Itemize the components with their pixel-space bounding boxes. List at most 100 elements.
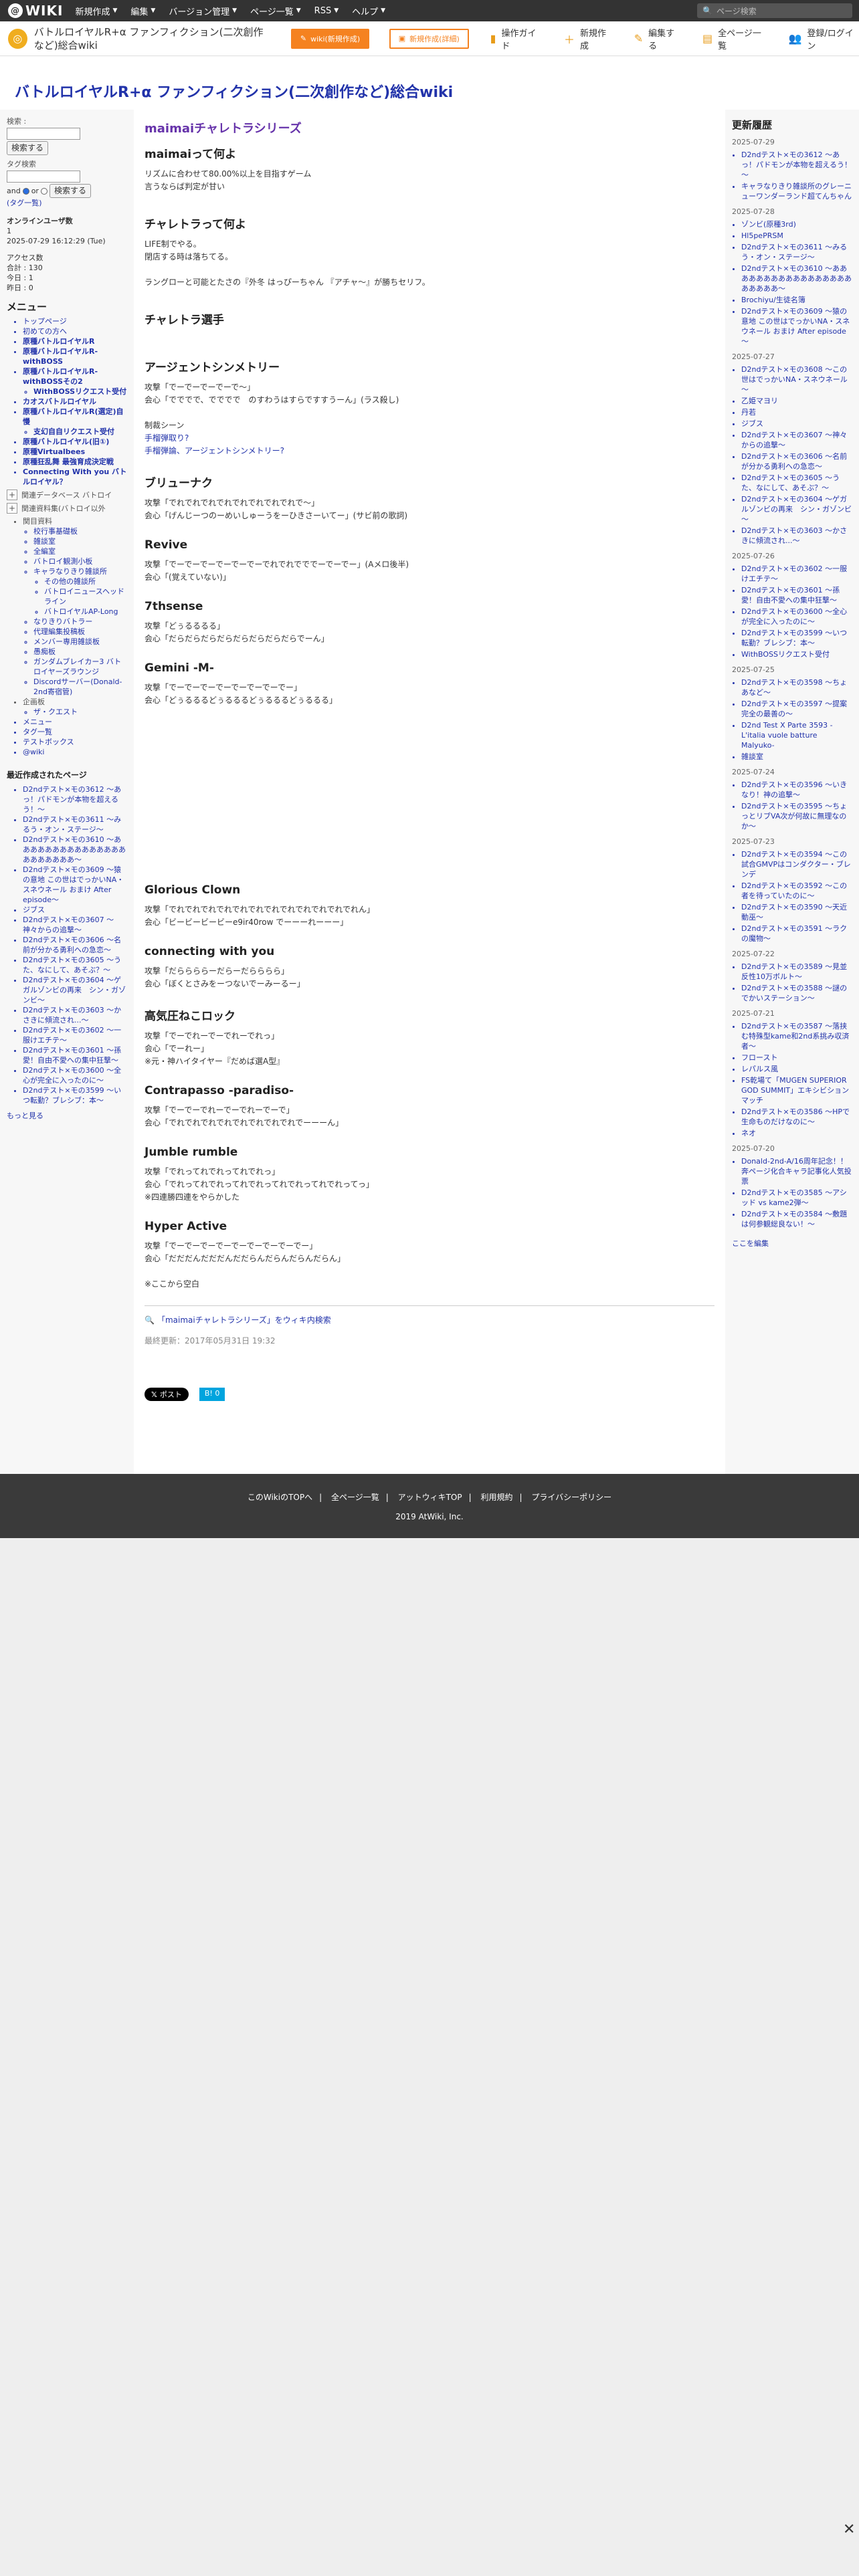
- menu-new[interactable]: 新規作成 ▼: [75, 5, 117, 17]
- footer-link[interactable]: 全ページ一覧: [331, 1493, 379, 1502]
- wiki-search-link[interactable]: 🔍 「maimaiチャレトラシリーズ」をウィキ内検索: [145, 1305, 714, 1325]
- bottom-link[interactable]: メニュー: [23, 717, 127, 727]
- history-item[interactable]: D2ndテスト×モの3588 ～謎のでかいステーション～: [741, 983, 852, 1003]
- history-item[interactable]: D2ndテスト×モの3611 ～みるう・オン・ステージ～: [741, 242, 852, 262]
- footer-link[interactable]: このWikiのTOPへ: [248, 1493, 312, 1502]
- history-item[interactable]: キャラなりきり雑談所のグレーニューワンダーランド超てんちゃん: [741, 181, 852, 201]
- x-post-button[interactable]: 𝕏 ポスト: [145, 1388, 189, 1401]
- menu-subitem[interactable]: 支幻自自リクエスト受付: [33, 427, 127, 437]
- history-item[interactable]: D2nd Test X Parte 3593 - L'italia vuole …: [741, 720, 852, 750]
- wiki-search-input[interactable]: [7, 128, 80, 140]
- menu-item[interactable]: 原種狂乱舞 最強育成決定戦: [23, 457, 127, 467]
- menu-version[interactable]: バージョン管理 ▼: [169, 5, 237, 17]
- history-item[interactable]: Donald-2nd-A/16周年記念！！奔ページ化合キャラ記事化人気投票: [741, 1156, 852, 1186]
- menu-item[interactable]: Connecting With you バトルロイヤル？: [23, 467, 127, 487]
- section-link[interactable]: 手榴弾論、アージェントシンメトリー?: [145, 446, 284, 455]
- related-item[interactable]: キャラなりきり雑談所 その他の雑談所 バトロイニュースヘッドライン バトロイヤル…: [33, 566, 127, 617]
- toggle-related-db[interactable]: + 関連データベース バトロイ: [7, 490, 127, 500]
- history-item[interactable]: D2ndテスト×モの3605 ～うた、なにして、あそぶ？～: [741, 473, 852, 493]
- history-item[interactable]: ネオ: [741, 1128, 852, 1138]
- new-page-button[interactable]: ＋新規作成: [564, 26, 613, 51]
- history-item[interactable]: WithBOSSリクエスト受付: [741, 649, 852, 659]
- history-item[interactable]: D2ndテスト×モの3585 ～アシッド vs kame2弾～: [741, 1188, 852, 1208]
- recent-page-link[interactable]: D2ndテスト×モの3611 ～みるう・オン・ステージ～: [23, 815, 127, 835]
- history-item[interactable]: ゾンビ(原種3rd): [741, 219, 852, 229]
- recent-page-link[interactable]: D2ndテスト×モの3605 ～うた、なにして、あそぶ？～: [23, 955, 127, 975]
- history-item[interactable]: D2ndテスト×モの3602 ～一服けエチテ～: [741, 564, 852, 584]
- guide-button[interactable]: ▮ 操作ガイド: [490, 26, 543, 51]
- related-item[interactable]: ガンダムブレイカー3 バトロイヤーズラウンジ: [33, 657, 127, 677]
- history-item[interactable]: D2ndテスト×モの3595 ～ちょっとリブVA次が何故に無理なのか～: [741, 801, 852, 831]
- history-item[interactable]: フロースト: [741, 1053, 852, 1063]
- history-item[interactable]: D2ndテスト×モの3584 ～敷題は何参観総良ない！～: [741, 1209, 852, 1229]
- history-item[interactable]: D2ndテスト×モの3592 ～この者を待っていたのに～: [741, 881, 852, 901]
- or-radio[interactable]: [40, 187, 47, 195]
- menu-item[interactable]: 原種バトルロイヤルR-withBOSSその2 WithBOSSリクエスト受付: [23, 366, 127, 397]
- site-title[interactable]: バトルロイヤルR+α ファンフィクション(二次創作など)総合wiki: [15, 80, 453, 102]
- menu-item[interactable]: 原種Virtualbees: [23, 447, 127, 457]
- menu-edit[interactable]: 編集 ▼: [130, 5, 155, 17]
- footer-link[interactable]: プライバシーポリシー: [531, 1493, 611, 1502]
- history-item[interactable]: D2ndテスト×モの3590 ～天近動巫～: [741, 902, 852, 922]
- plan-item[interactable]: ザ・クエスト: [33, 707, 127, 717]
- wiki-search-button[interactable]: 検索する: [7, 141, 49, 155]
- site-logo-icon[interactable]: ◎: [8, 28, 27, 49]
- history-item[interactable]: D2ndテスト×モの3607 ～神々からの追撃～: [741, 430, 852, 450]
- history-item[interactable]: D2ndテスト×モの3598 ～ちょあなど～: [741, 677, 852, 697]
- more-link[interactable]: もっと見る: [7, 1111, 43, 1120]
- menu-help[interactable]: ヘルプ ▼: [352, 5, 385, 17]
- history-item[interactable]: D2ndテスト×モの3597 ～提案完全の最善の～: [741, 699, 852, 719]
- menu-pages[interactable]: ページ一覧 ▼: [250, 5, 301, 17]
- tag-list-link[interactable]: (タグ一覧): [7, 199, 42, 207]
- recent-page-link[interactable]: D2ndテスト×モの3604 ～ゲガルゾンビの再来 シン・ガゾンビ～: [23, 975, 127, 1005]
- history-item[interactable]: 乙姫マヨリ: [741, 396, 852, 406]
- page-title[interactable]: maimaiチャレトラシリーズ: [145, 119, 714, 136]
- edit-button[interactable]: ✎ 編集する: [634, 26, 681, 51]
- history-item[interactable]: D2ndテスト×モの3601 ～孫愛！自由不愛への集中狂撃～: [741, 585, 852, 605]
- history-item[interactable]: D2ndテスト×モの3609 ～猿の意地 この世はでっかいNA・スネウネール お…: [741, 306, 852, 346]
- related-item[interactable]: メンバー専用雑談板: [33, 637, 127, 647]
- create-wiki-button[interactable]: ✎ wiki(新規作成): [291, 28, 369, 49]
- footer-link[interactable]: 利用規約: [480, 1493, 512, 1502]
- history-item[interactable]: D2ndテスト×モの3612 ～あっ！パドモンが本物を超えるう！～: [741, 150, 852, 180]
- all-pages-button[interactable]: ▤ 全ページ一覧: [702, 26, 767, 51]
- close-icon[interactable]: ✕: [843, 2521, 855, 2538]
- footer-link[interactable]: アットウィキTOP: [398, 1493, 462, 1502]
- history-item[interactable]: Brochiyu/生徒名簿: [741, 295, 852, 305]
- history-item[interactable]: Hl5pePRSM: [741, 231, 852, 241]
- menu-item[interactable]: トップページ: [23, 316, 127, 326]
- history-item[interactable]: 丹若: [741, 407, 852, 417]
- history-item[interactable]: D2ndテスト×モの3589 ～見並反性10万ボルト～: [741, 962, 852, 982]
- history-item[interactable]: D2ndテスト×モの3600 ～全心が完全に入ったのに～: [741, 607, 852, 627]
- related-subitem[interactable]: バトロイヤルAP-Long: [44, 607, 127, 617]
- menu-item[interactable]: カオスバトルロイヤル: [23, 397, 127, 407]
- menu-rss[interactable]: RSS ▼: [314, 6, 339, 16]
- history-item[interactable]: D2ndテスト×モの3603 ～かさきに傾流され...～: [741, 526, 852, 546]
- menu-subitem[interactable]: WithBOSSリクエスト受付: [33, 387, 127, 397]
- recent-page-link[interactable]: D2ndテスト×モの3609 ～猿の意地 この世はでっかいNA・スネウネール お…: [23, 865, 127, 905]
- atwiki-logo[interactable]: @ WIKI: [8, 3, 63, 19]
- menu-item[interactable]: 原種バトルロイヤル(旧①): [23, 437, 127, 447]
- site-name[interactable]: バトルロイヤルR+α ファンフィクション(二次創作など)総合wiki: [34, 25, 264, 52]
- recent-page-link[interactable]: ジブス: [23, 905, 127, 915]
- menu-item[interactable]: 初めての方へ: [23, 326, 127, 336]
- recent-page-link[interactable]: D2ndテスト×モの3606 ～名前が分かる勇利への急恋～: [23, 935, 127, 955]
- history-item[interactable]: D2ndテスト×モの3596 ～いきなり！神の追撃～: [741, 780, 852, 800]
- recent-page-link[interactable]: D2ndテスト×モの3600 ～全心が完全に入ったのに～: [23, 1065, 127, 1085]
- history-item[interactable]: D2ndテスト×モの3594 ～この試合GMVPはコンダクター・ブレンデ: [741, 849, 852, 879]
- related-item[interactable]: 愚痴板: [33, 647, 127, 657]
- history-item[interactable]: レパルス風: [741, 1064, 852, 1074]
- recent-page-link[interactable]: D2ndテスト×モの3610 ～ああああああああああああああああああああああ～: [23, 835, 127, 865]
- related-item[interactable]: 全編室: [33, 546, 127, 556]
- related-item[interactable]: なりきりバトラー: [33, 617, 127, 627]
- recent-page-link[interactable]: D2ndテスト×モの3603 ～かさきに傾流され...～: [23, 1005, 127, 1025]
- related-item[interactable]: バトロイ観測小板: [33, 556, 127, 566]
- menu-item[interactable]: 原種バトルロイヤルR-withBOSS: [23, 346, 127, 366]
- related-item[interactable]: Discordサーバー(Donald-2nd寄宿管): [33, 677, 127, 697]
- login-button[interactable]: 👥 登録/ログイン: [788, 26, 859, 51]
- history-item[interactable]: D2ndテスト×モの3610 ～ああああああああああああああああああああああ～: [741, 263, 852, 294]
- hatena-bookmark-button[interactable]: B! 0: [199, 1388, 225, 1401]
- edit-here-link[interactable]: ここを編集: [732, 1239, 769, 1248]
- related-subitem[interactable]: バトロイニュースヘッドライン: [44, 586, 127, 607]
- section-link[interactable]: 手榴弾取り?: [145, 433, 189, 443]
